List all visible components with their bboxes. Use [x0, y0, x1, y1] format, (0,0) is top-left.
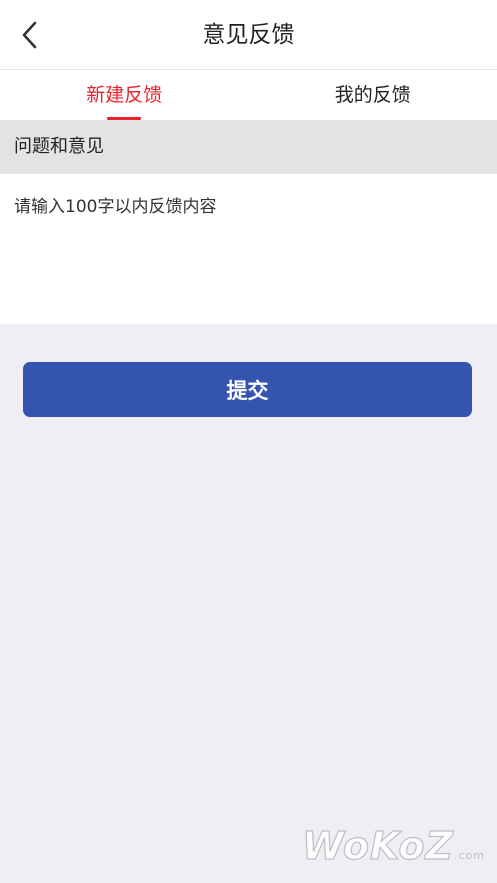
tab-new-feedback[interactable]: 新建反馈 — [0, 70, 249, 120]
watermark-text: WoKoZ — [301, 824, 454, 868]
tab-label: 我的反馈 — [334, 84, 411, 106]
section-header: 问题和意见 — [0, 120, 497, 174]
tab-label: 新建反馈 — [86, 84, 163, 106]
feedback-input-area — [0, 174, 497, 324]
chevron-left-icon — [22, 21, 37, 49]
navigation-bar: 意见反馈 — [0, 0, 497, 70]
feedback-textarea[interactable] — [0, 174, 497, 324]
submit-button[interactable]: 提交 — [23, 362, 472, 417]
watermark-suffix: .com — [454, 849, 485, 862]
watermark-logo: WoKoZ.com — [301, 824, 485, 868]
page-title: 意见反馈 — [202, 22, 295, 48]
tab-bar: 新建反馈 我的反馈 — [0, 70, 497, 120]
tab-my-feedback[interactable]: 我的反馈 — [249, 70, 497, 120]
back-button[interactable] — [12, 17, 48, 53]
